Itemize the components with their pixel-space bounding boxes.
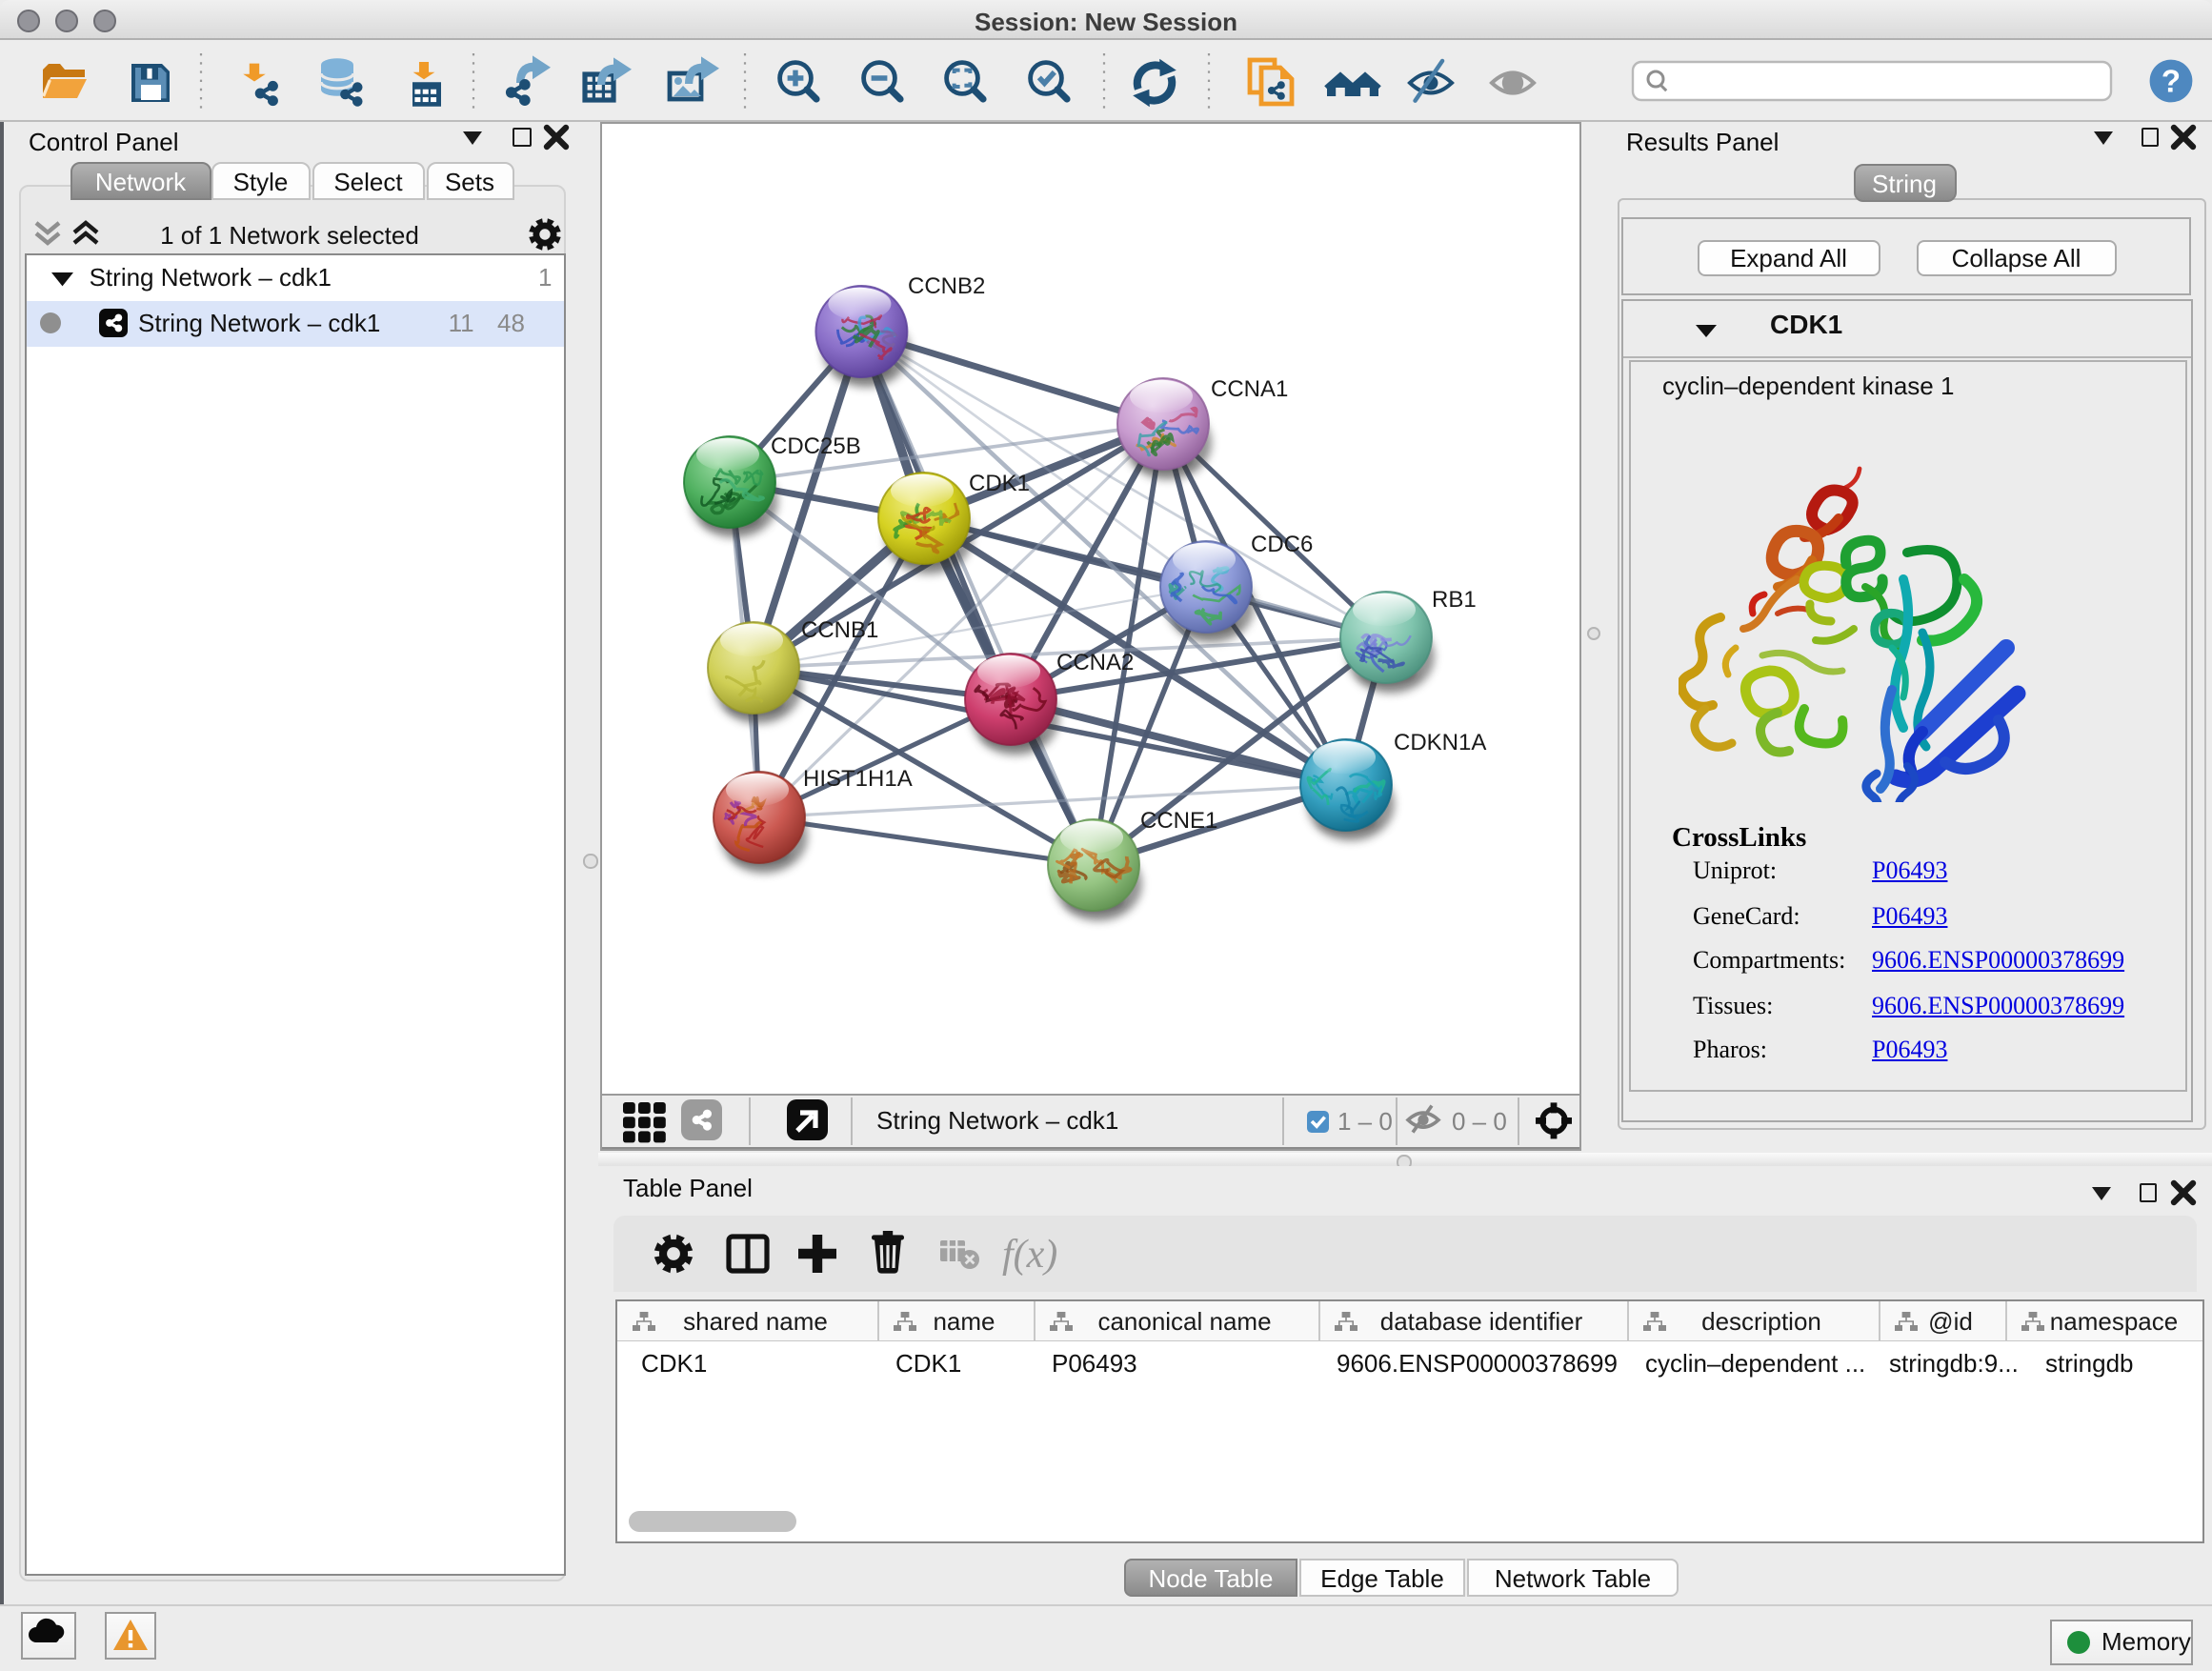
svg-text:HIST1H1A: HIST1H1A — [802, 765, 912, 791]
svg-text:CDKN1A: CDKN1A — [1393, 729, 1485, 755]
svg-text:1 – 0: 1 – 0 — [1337, 1106, 1392, 1135]
svg-text:CCNB2: CCNB2 — [907, 272, 984, 298]
svg-text:?: ? — [2162, 63, 2181, 98]
svg-text:CDK1: CDK1 — [968, 470, 1029, 495]
svg-text:f(x): f(x) — [1002, 1232, 1057, 1276]
svg-text:canonical name: canonical name — [1096, 1306, 1270, 1335]
svg-text:CCNA2: CCNA2 — [1056, 649, 1133, 674]
svg-text:CDC25B: CDC25B — [770, 433, 860, 458]
svg-text:RB1: RB1 — [1431, 586, 1476, 612]
svg-text:@id: @id — [1927, 1306, 1972, 1335]
svg-text:CCNE1: CCNE1 — [1139, 807, 1217, 833]
svg-text:0 – 0: 0 – 0 — [1451, 1106, 1506, 1135]
svg-text:namespace: namespace — [2049, 1306, 2177, 1335]
svg-text:String Network – cdk1: String Network – cdk1 — [875, 1105, 1117, 1134]
svg-text:description: description — [1700, 1306, 1820, 1335]
svg-text:database identifier: database identifier — [1379, 1306, 1582, 1335]
svg-text:CCNB1: CCNB1 — [800, 616, 877, 642]
svg-text:CCNA1: CCNA1 — [1210, 375, 1287, 401]
svg-text:CDC6: CDC6 — [1250, 531, 1312, 556]
svg-text:shared name: shared name — [682, 1306, 827, 1335]
svg-text:name: name — [932, 1306, 994, 1335]
